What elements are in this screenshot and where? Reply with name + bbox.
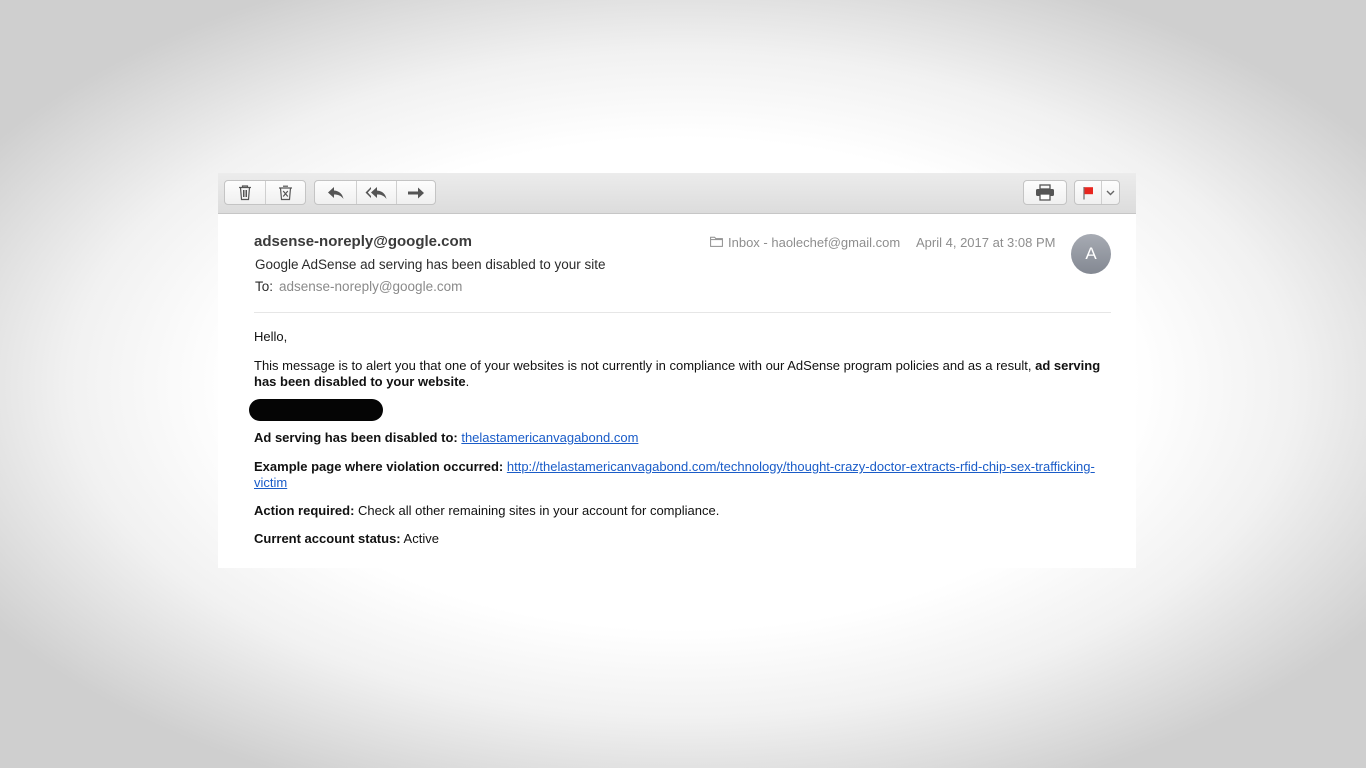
avatar: A xyxy=(1071,234,1111,274)
flag-button[interactable] xyxy=(1075,181,1101,204)
action-required-label: Action required: xyxy=(254,503,355,518)
action-required-text: Check all other remaining sites in your … xyxy=(358,503,720,518)
folder-icon xyxy=(710,235,728,250)
sender-address: adsense-noreply@google.com xyxy=(254,233,473,250)
flag-menu-button[interactable] xyxy=(1101,181,1119,204)
alert-text: This message is to alert you that one of… xyxy=(254,358,1036,373)
to-label: To: xyxy=(255,279,274,294)
reply-button-group xyxy=(314,180,436,205)
disabled-site-line: Ad serving has been disabled to: thelast… xyxy=(254,430,1114,446)
print-button[interactable] xyxy=(1024,181,1066,204)
disabled-site-link[interactable]: thelastamericanvagabond.com xyxy=(461,430,638,445)
mail-window: adsense-noreply@google.com Google AdSens… xyxy=(218,173,1136,568)
message-date: April 4, 2017 at 3:08 PM xyxy=(916,235,1056,250)
junk-icon xyxy=(277,184,294,201)
to-address[interactable]: adsense-noreply@google.com xyxy=(279,279,462,294)
reply-icon xyxy=(327,186,345,200)
print-button-group xyxy=(1023,180,1067,205)
toolbar xyxy=(218,173,1136,214)
account-status-label: Current account status: xyxy=(254,531,401,546)
message-subject: Google AdSense ad serving has been disab… xyxy=(255,257,606,272)
example-page-line: Example page where violation occurred: h… xyxy=(254,459,1114,490)
recipient-row: To: adsense-noreply@google.com xyxy=(255,279,462,294)
flag-icon xyxy=(1082,186,1094,200)
trash-icon xyxy=(237,184,253,201)
junk-button[interactable] xyxy=(265,181,305,204)
delete-button[interactable] xyxy=(225,181,265,204)
flag-button-group xyxy=(1074,180,1120,205)
redaction-mark xyxy=(249,399,383,421)
reply-all-icon xyxy=(365,186,389,200)
account-status-value: Active xyxy=(403,531,439,546)
disabled-site-label: Ad serving has been disabled to: xyxy=(254,430,458,445)
reply-all-button[interactable] xyxy=(356,181,396,204)
forward-button[interactable] xyxy=(396,181,435,204)
forward-icon xyxy=(407,186,425,200)
delete-button-group xyxy=(224,180,306,205)
reply-button[interactable] xyxy=(315,181,356,204)
alert-paragraph: This message is to alert you that one of… xyxy=(254,358,1114,389)
greeting: Hello, xyxy=(254,329,288,344)
header-divider xyxy=(254,312,1111,313)
alert-end: . xyxy=(465,373,470,389)
print-icon xyxy=(1035,184,1055,201)
action-required-line: Action required: Check all other remaini… xyxy=(254,503,1114,519)
example-page-label: Example page where violation occurred: xyxy=(254,459,504,474)
mailbox-label: Inbox - haolechef@gmail.com xyxy=(728,235,901,250)
account-status-line: Current account status: Active xyxy=(254,531,1114,547)
mailbox-indicator[interactable]: Inbox - haolechef@gmail.com xyxy=(710,235,900,250)
chevron-down-icon xyxy=(1106,190,1115,196)
